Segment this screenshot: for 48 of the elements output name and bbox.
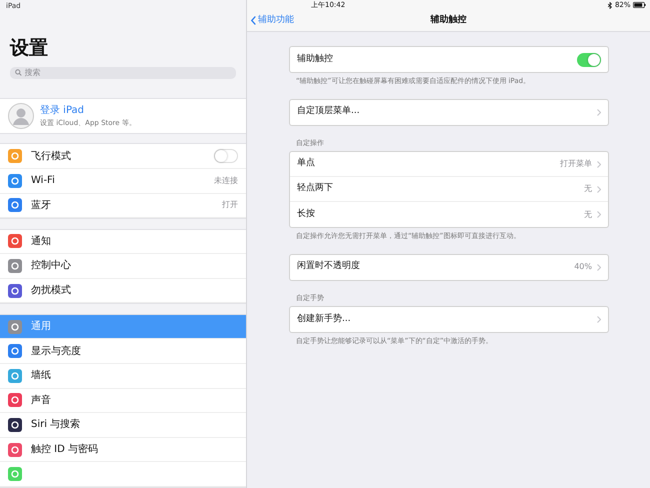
app-icon [8, 368, 22, 383]
settings-item[interactable]: 蓝牙 打开 [0, 194, 246, 218]
app-icon [8, 284, 22, 298]
app-icon [8, 344, 22, 358]
settings-item[interactable]: 通知 [0, 230, 246, 254]
toggle-switch[interactable] [577, 52, 601, 66]
app-icon [8, 442, 22, 457]
chevron-icon [597, 108, 601, 116]
app-icon [8, 198, 22, 212]
app-icon [8, 320, 22, 334]
settings-item[interactable]: 声音 [0, 388, 246, 414]
nav-title: 辅助触控 [430, 14, 466, 25]
chevron-icon [597, 160, 601, 168]
app-icon [8, 174, 22, 188]
settings-item[interactable]: 控制中心 [0, 254, 246, 279]
settings-item[interactable]: Siri 与搜索 [0, 413, 246, 438]
settings-row[interactable]: 闲置时不透明度 40% [290, 254, 608, 280]
settings-row[interactable]: 自定顶层菜单... [290, 100, 608, 124]
settings-item[interactable]: Wi-Fi 未连接 [0, 168, 246, 194]
settings-item[interactable]: 显示与亮度 [0, 339, 246, 364]
settings-row[interactable]: 辅助触控 [290, 47, 608, 72]
back-chevron-icon [251, 16, 256, 25]
toggle-switch[interactable] [214, 149, 238, 164]
avatar-icon [8, 102, 34, 129]
app-icon [8, 258, 22, 273]
app-icon [8, 149, 22, 164]
settings-item[interactable]: 触控 ID 与密码 [0, 438, 246, 462]
chevron-icon [597, 316, 601, 323]
settings-row[interactable]: 创建新手势... [290, 307, 608, 332]
back-button[interactable]: 辅助功能 [247, 14, 298, 28]
app-icon [8, 467, 22, 482]
app-icon [8, 418, 22, 432]
settings-row[interactable]: 单点 打开菜单 [290, 152, 608, 177]
settings-row[interactable]: 长按 无 [290, 202, 608, 227]
app-icon [8, 234, 22, 248]
settings-item[interactable]: 勿扰模式 [0, 278, 246, 304]
settings-item[interactable]: 飞行模式 [0, 144, 246, 169]
settings-row[interactable]: 轻点两下 无 [290, 177, 608, 202]
search-icon [15, 69, 22, 76]
bluetooth-icon [608, 2, 612, 8]
sign-in-link[interactable]: 登录 iPad [40, 103, 136, 118]
app-icon [8, 393, 22, 408]
battery-icon [633, 2, 646, 8]
settings-item[interactable]: 墙纸 [0, 364, 246, 389]
page-title: 设置 [8, 36, 49, 61]
chevron-icon [597, 211, 601, 218]
chevron-icon [597, 186, 601, 192]
chevron-icon [597, 264, 601, 270]
